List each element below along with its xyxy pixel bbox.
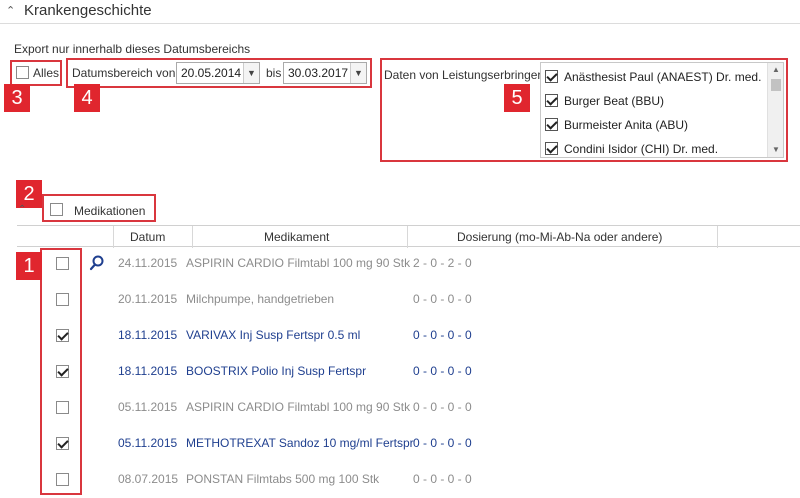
- table-row[interactable]: 20.11.2015 Milchpumpe, handgetrieben 0 -…: [17, 282, 800, 318]
- date-to-input[interactable]: 30.03.2017 ▼: [283, 62, 367, 84]
- providers-scrollbar[interactable]: ▲ ▼: [767, 63, 783, 157]
- annotation-badge-5: 5: [504, 84, 530, 112]
- search-icon[interactable]: [89, 255, 105, 271]
- row-date: 08.07.2015: [118, 472, 179, 486]
- highlight-box-1: [40, 248, 82, 495]
- row-dosage: 0 - 0 - 0 - 0: [413, 400, 472, 414]
- provider-checkbox[interactable]: [545, 142, 558, 155]
- medications-table-header: Datum Medikament Dosierung (mo-Mi-Ab-Na …: [17, 225, 800, 248]
- table-row[interactable]: 05.11.2015 METHOTREXAT Sandoz 10 mg/ml F…: [17, 426, 800, 462]
- providers-list[interactable]: Anästhesist Paul (ANAEST) Dr. med. Burge…: [540, 62, 784, 158]
- scrollbar-thumb[interactable]: [771, 79, 781, 91]
- table-row[interactable]: 08.07.2015 PONSTAN Filmtabs 500 mg 100 S…: [17, 462, 800, 498]
- column-divider: [407, 226, 408, 248]
- row-date: 05.11.2015: [118, 400, 178, 414]
- row-dosage: 0 - 0 - 0 - 0: [413, 328, 472, 342]
- row-date: 18.11.2015: [118, 364, 178, 378]
- row-dosage: 0 - 0 - 0 - 0: [413, 292, 472, 306]
- date-from-dropdown-icon[interactable]: ▼: [243, 63, 259, 83]
- provider-checkbox[interactable]: [545, 94, 558, 107]
- all-checkbox[interactable]: [16, 66, 29, 79]
- date-to-label: bis: [266, 66, 282, 80]
- scroll-down-icon[interactable]: ▼: [768, 143, 783, 157]
- annotation-badge-4: 4: [74, 84, 100, 112]
- row-medication: VARIVAX Inj Susp Fertspr 0.5 ml: [186, 328, 361, 342]
- row-medication: BOOSTRIX Polio Inj Susp Fertspr: [186, 364, 367, 378]
- column-divider: [192, 226, 193, 248]
- row-medication: ASPIRIN CARDIO Filmtabl 100 mg 90 Stk: [186, 400, 411, 414]
- chevron-up-icon[interactable]: ⌃: [6, 4, 15, 17]
- providers-label: Daten von Leistungserbringer: [384, 68, 542, 82]
- table-row[interactable]: 24.11.2015 ASPIRIN CARDIO Filmtabl 100 m…: [17, 246, 800, 282]
- column-divider: [113, 226, 114, 248]
- row-medication: METHOTREXAT Sandoz 10 mg/ml Fertspr: [186, 436, 414, 450]
- medications-label: Medikationen: [74, 204, 146, 218]
- medications-collapse-icon[interactable]: ⌃: [18, 204, 26, 215]
- medications-checkbox[interactable]: [50, 203, 63, 216]
- section-title: Krankengeschichte: [24, 2, 152, 19]
- date-range-label: Datumsbereich von: [72, 66, 176, 80]
- date-from-input[interactable]: 20.05.2014 ▼: [176, 62, 260, 84]
- table-row[interactable]: 18.11.2015 VARIVAX Inj Susp Fertspr 0.5 …: [17, 318, 800, 354]
- row-date: 20.11.2015: [118, 292, 178, 306]
- row-dosage: 0 - 0 - 0 - 0: [413, 472, 472, 486]
- table-row[interactable]: 18.11.2015 BOOSTRIX Polio Inj Susp Ferts…: [17, 354, 800, 390]
- date-to-dropdown-icon[interactable]: ▼: [350, 63, 366, 83]
- annotation-badge-1: 1: [16, 252, 42, 280]
- provider-checkbox[interactable]: [545, 70, 558, 83]
- export-range-label: Export nur innerhalb dieses Datumsbereic…: [14, 42, 251, 56]
- row-medication: Milchpumpe, handgetrieben: [186, 292, 335, 306]
- row-dosage: 2 - 0 - 2 - 0: [413, 256, 472, 270]
- column-header-medication[interactable]: Medikament: [264, 230, 329, 244]
- row-date: 18.11.2015: [118, 328, 178, 342]
- table-row[interactable]: 05.11.2015 ASPIRIN CARDIO Filmtabl 100 m…: [17, 390, 800, 426]
- row-dosage: 0 - 0 - 0 - 0: [413, 364, 472, 378]
- all-label: Alles: [33, 66, 60, 80]
- row-medication: ASPIRIN CARDIO Filmtabl 100 mg 90 Stk: [186, 256, 411, 270]
- scroll-up-icon[interactable]: ▲: [768, 63, 783, 77]
- row-medication: PONSTAN Filmtabs 500 mg 100 Stk: [186, 472, 380, 486]
- row-dosage: 0 - 0 - 0 - 0: [413, 436, 472, 450]
- annotation-badge-3: 3: [4, 84, 30, 112]
- column-divider: [717, 226, 718, 248]
- column-header-dosage[interactable]: Dosierung (mo-Mi-Ab-Na oder andere): [457, 230, 662, 244]
- row-date: 05.11.2015: [118, 436, 178, 450]
- provider-checkbox[interactable]: [545, 118, 558, 131]
- section-header[interactable]: ⌃ Krankengeschichte: [0, 0, 800, 24]
- row-date: 24.11.2015: [118, 256, 178, 270]
- column-header-date[interactable]: Datum: [130, 230, 165, 244]
